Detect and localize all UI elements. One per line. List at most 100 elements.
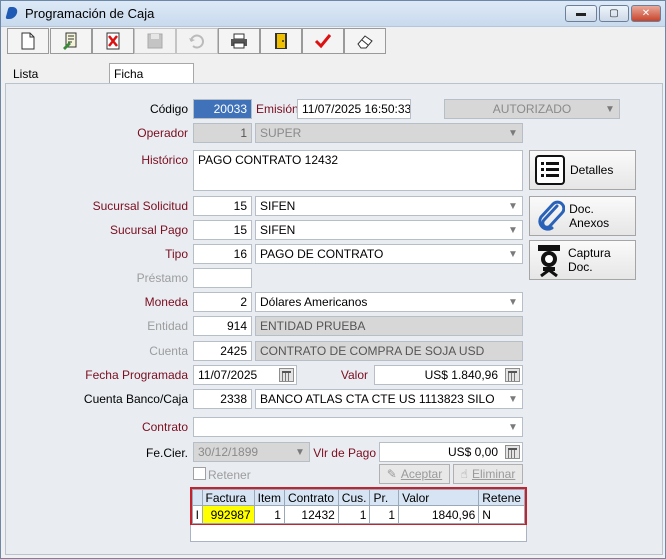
detalles-label: Detalles (570, 163, 614, 177)
retener-checkbox[interactable] (193, 467, 206, 480)
fe-cier-value: 30/12/1899 (198, 445, 259, 459)
prestamo-label: Préstamo (136, 271, 188, 285)
save-button[interactable] (134, 28, 176, 54)
codigo-label: Código (149, 102, 188, 116)
cuenta-label: Cuenta (149, 344, 188, 358)
maximize-button[interactable]: ▢ (599, 5, 629, 22)
detalles-button[interactable]: Detalles (529, 150, 636, 190)
paperclip-icon (530, 198, 569, 234)
approve-button[interactable] (302, 28, 344, 54)
operador-code-field[interactable]: 1 (193, 123, 252, 143)
emision-label: Emisión (256, 102, 299, 116)
column-header-cus[interactable]: Cus. (337, 489, 371, 506)
cell-retene[interactable]: N (478, 505, 525, 524)
sucursal-pago-dropdown[interactable]: SIFEN ▼ (255, 220, 523, 240)
cell-factura[interactable]: 992987 (201, 505, 255, 524)
save-icon (147, 33, 163, 49)
prestamo-field[interactable] (193, 268, 252, 288)
title-bar: Programación de Caja ▬ ▢ ✕ (1, 1, 665, 27)
eliminar-button[interactable]: ☝ Eliminar (453, 464, 523, 484)
valor-field[interactable]: US$ 1.840,96 (374, 365, 523, 385)
chevron-down-icon: ▼ (508, 248, 518, 260)
cell-contrato[interactable]: 12432 (283, 505, 339, 524)
exit-door-icon (275, 33, 287, 49)
row-indicator: I (192, 505, 203, 524)
captura-doc-button[interactable]: Captura Doc. (529, 240, 636, 280)
vlr-pago-label: Vlr de Pago (313, 446, 376, 460)
doc-anexos-button[interactable]: Doc. Anexos (529, 196, 636, 236)
tipo-dropdown[interactable]: PAGO DE CONTRATO ▼ (255, 244, 523, 264)
new-button[interactable] (7, 28, 49, 54)
calendar-icon[interactable] (279, 368, 294, 382)
table-header-row: Factura Item Contrato Cus. Pr. Valor Ret… (192, 489, 525, 506)
calculator-icon[interactable] (505, 445, 520, 459)
list-icon (530, 152, 570, 188)
tipo-name: PAGO DE CONTRATO (260, 247, 384, 261)
entidad-code-field[interactable]: 914 (193, 316, 252, 336)
operador-name: SUPER (260, 126, 302, 140)
entidad-label: Entidad (147, 319, 188, 333)
codigo-field[interactable]: 20033 (193, 99, 252, 119)
contrato-dropdown[interactable]: ▼ (193, 417, 523, 437)
exit-button[interactable] (260, 28, 302, 54)
table-row[interactable]: I 992987 1 12432 1 1 1840,96 N (192, 505, 525, 524)
cuenta-banco-code-field[interactable]: 2338 (193, 389, 252, 409)
estado-dropdown[interactable]: AUTORIZADO ▼ (444, 99, 620, 119)
tab-lista-programacion[interactable]: Lista Programación (9, 65, 92, 95)
maximize-icon: ▢ (609, 8, 619, 19)
sucursal-solicitud-code-field[interactable]: 15 (193, 196, 252, 216)
chevron-down-icon: ▼ (508, 421, 518, 433)
column-header-valor[interactable]: Valor (398, 489, 480, 506)
factura-grid: Factura Item Contrato Cus. Pr. Valor Ret… (190, 487, 527, 525)
moneda-label: Moneda (144, 295, 188, 309)
main-window: Programación de Caja ▬ ▢ ✕ Lista Ficha C… (0, 0, 666, 559)
vlr-pago-field[interactable]: US$ 0,00 (379, 442, 523, 462)
moneda-code-field[interactable]: 2 (193, 292, 252, 312)
print-button[interactable] (218, 28, 260, 54)
clear-button[interactable] (344, 28, 386, 54)
column-header-retene[interactable]: Retene (478, 489, 525, 506)
cuenta-banco-dropdown[interactable]: BANCO ATLAS CTA CTE US 1113823 SILO ▼ (255, 389, 523, 409)
sucursal-pago-label: Sucursal Pago (109, 223, 188, 237)
cell-cus[interactable]: 1 (337, 505, 371, 524)
column-header-item[interactable]: Item (253, 489, 285, 506)
tab-ficha-programacion[interactable]: Ficha Programación (109, 63, 194, 95)
close-button[interactable]: ✕ (631, 5, 661, 22)
fe-cier-dropdown[interactable]: 30/12/1899 ▼ (193, 442, 310, 462)
column-header-contrato[interactable]: Contrato (283, 489, 339, 506)
tipo-label: Tipo (165, 247, 188, 261)
column-header-factura[interactable]: Factura (201, 489, 255, 506)
entidad-name-field[interactable]: ENTIDAD PRUEBA (255, 316, 523, 336)
operador-dropdown[interactable]: SUPER ▼ (255, 123, 523, 143)
tipo-code-field[interactable]: 16 (193, 244, 252, 264)
cell-valor[interactable]: 1840,96 (398, 505, 480, 524)
fecha-programada-field[interactable]: 11/07/2025 (193, 365, 297, 385)
captura-doc-label: Captura Doc. (567, 246, 611, 274)
sucursal-pago-code-field[interactable]: 15 (193, 220, 252, 240)
delete-document-icon (106, 32, 120, 50)
close-icon: ✕ (641, 8, 651, 19)
undo-button[interactable] (176, 28, 218, 54)
edit-button[interactable] (50, 28, 92, 54)
contrato-label: Contrato (141, 420, 188, 434)
column-header-pr[interactable]: Pr. (369, 489, 400, 506)
minimize-icon: ▬ (576, 8, 586, 19)
valor-value: US$ 1.840,96 (424, 368, 498, 382)
calculator-icon[interactable] (505, 368, 520, 382)
sucursal-solicitud-dropdown[interactable]: SIFEN ▼ (255, 196, 523, 216)
aceptar-label: Aceptar (400, 467, 443, 481)
cuenta-code-field[interactable]: 2425 (193, 341, 252, 361)
eliminar-label: Eliminar (471, 467, 516, 481)
minimize-button[interactable]: ▬ (565, 5, 597, 22)
emision-field[interactable]: 11/07/2025 16:50:33 (297, 99, 411, 119)
cell-item[interactable]: 1 (253, 505, 285, 524)
delete-button[interactable] (92, 28, 134, 54)
historico-textarea[interactable]: PAGO CONTRATO 12432 (193, 150, 523, 191)
row-indicator-header (192, 489, 203, 506)
undo-icon (189, 34, 204, 49)
aceptar-button[interactable]: ✎ Aceptar (379, 464, 450, 484)
moneda-dropdown[interactable]: Dólares Americanos ▼ (255, 292, 523, 312)
cuenta-name-field[interactable]: CONTRATO DE COMPRA DE SOJA USD (255, 341, 523, 361)
valor-label: Valor (340, 368, 368, 382)
cell-pr[interactable]: 1 (369, 505, 400, 524)
